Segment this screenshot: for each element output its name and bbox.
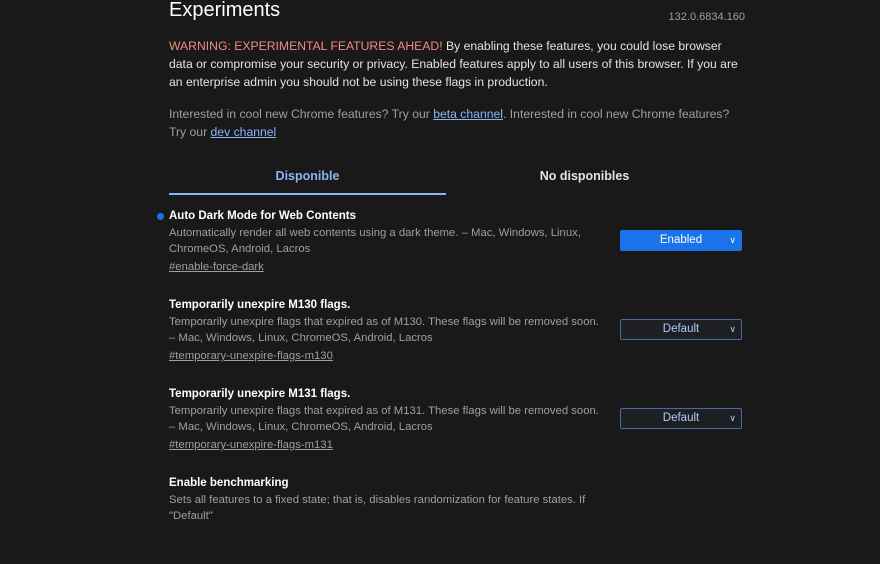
flag-item: Enable benchmarking Sets all features to… <box>169 475 745 564</box>
flag-item: Temporarily unexpire M131 flags. Tempora… <box>169 386 745 475</box>
dev-channel-link[interactable]: dev channel <box>211 125 277 139</box>
select-value: Enabled <box>659 234 703 246</box>
chevron-down-icon: ∨ <box>729 413 736 423</box>
flags-page: Experiments 132.0.6834.160 WARNING: EXPE… <box>157 0 745 522</box>
flag-description: Automatically render all web contents us… <box>169 227 581 255</box>
flag-permalink[interactable]: #temporary-unexpire-flags-m130 <box>169 348 745 364</box>
flag-name: Temporarily unexpire M131 flags. <box>169 388 351 400</box>
tab-available[interactable]: Disponible <box>169 159 446 195</box>
warning-text: WARNING: EXPERIMENTAL FEATURES AHEAD! By… <box>169 37 745 91</box>
flag-state-select[interactable]: Default ∨ <box>620 319 742 340</box>
flag-description: Temporarily unexpire flags that expired … <box>169 316 599 344</box>
modified-dot-icon <box>157 213 164 220</box>
flag-permalink[interactable]: #temporary-unexpire-flags-m131 <box>169 437 745 453</box>
flag-state-select[interactable]: Enabled ∨ <box>620 230 742 251</box>
flag-description: Sets all features to a fixed state; that… <box>169 494 586 522</box>
flag-item: Temporarily unexpire M130 flags. Tempora… <box>169 297 745 386</box>
header: Experiments 132.0.6834.160 <box>169 0 745 30</box>
flag-name: Enable benchmarking <box>169 477 289 489</box>
flag-state-select[interactable]: Default ∨ <box>620 408 742 429</box>
page-title: Experiments <box>169 0 281 21</box>
chevron-down-icon: ∨ <box>729 324 736 334</box>
tab-bar: Disponible No disponibles <box>169 159 745 195</box>
blurb-part1: Interested in cool new Chrome features? … <box>169 107 434 121</box>
flag-permalink[interactable]: #enable-force-dark <box>169 259 745 275</box>
flag-name: Temporarily unexpire M130 flags. <box>169 299 351 311</box>
chevron-down-icon: ∨ <box>729 235 736 245</box>
flag-description: Temporarily unexpire flags that expired … <box>169 405 599 433</box>
tab-unavailable[interactable]: No disponibles <box>446 159 723 195</box>
select-value: Default <box>662 412 700 424</box>
channel-blurb: Interested in cool new Chrome features? … <box>169 105 745 141</box>
version-label: 132.0.6834.160 <box>668 11 745 23</box>
flag-name: Auto Dark Mode for Web Contents <box>169 210 356 222</box>
beta-channel-link[interactable]: beta channel <box>433 107 503 121</box>
select-value: Default <box>662 323 700 335</box>
flag-list: Auto Dark Mode for Web Contents Automati… <box>157 208 745 564</box>
warning-prefix: WARNING: EXPERIMENTAL FEATURES AHEAD! <box>169 39 443 53</box>
flag-item: Auto Dark Mode for Web Contents Automati… <box>157 208 745 297</box>
